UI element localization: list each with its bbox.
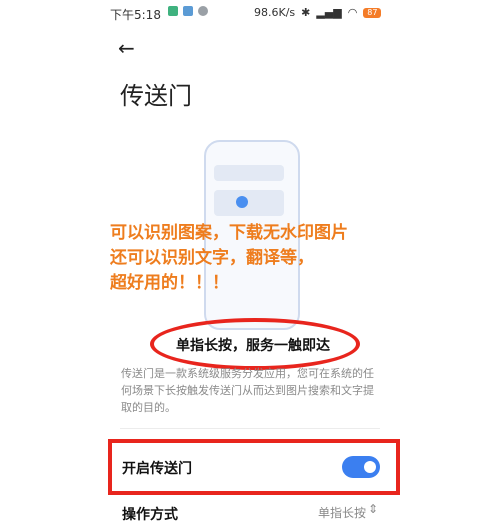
enable-label: 开启传送门: [122, 461, 192, 477]
operation-label: 操作方式: [122, 507, 178, 523]
enable-toggle[interactable]: [342, 456, 380, 478]
app-notification-icon: [168, 6, 178, 16]
feature-headline: 单指长按，服务一触即达: [176, 338, 330, 354]
app-notification-icon: [183, 6, 193, 16]
toggle-knob: [364, 461, 376, 473]
bluetooth-icon: ✱: [301, 6, 311, 19]
operation-value[interactable]: 单指长按: [318, 504, 366, 521]
network-speed: 98.6K/s: [254, 6, 296, 19]
battery-icon: 87: [363, 7, 382, 18]
touch-dot-icon: [236, 196, 248, 208]
annotation-line-1: 可以识别图案，下载无水印图片: [110, 223, 348, 243]
feature-description: 传送门是一款系统级服务分发应用，您可在系统的任何场景下长按触发传送门从而达到图片…: [121, 367, 374, 414]
signal-icon: ▂▄▆: [316, 6, 342, 19]
annotation-line-2: 还可以识别文字，翻译等，: [110, 248, 314, 268]
illustration-bar: [214, 165, 284, 181]
illustration-bar: [214, 190, 284, 216]
page-title: 传送门: [120, 82, 192, 110]
status-time: 下午5:18: [110, 8, 161, 22]
back-arrow-icon[interactable]: ←: [118, 36, 135, 60]
divider: [120, 428, 380, 429]
annotation-line-3: 超好用的！！！: [110, 273, 229, 293]
settings-icon: [198, 6, 208, 16]
status-app-icons: [168, 6, 208, 16]
wifi-icon: ◠: [347, 6, 358, 19]
chevron-updown-icon[interactable]: ⇕: [368, 502, 378, 516]
status-indicators: 98.6K/s ✱ ▂▄▆ ◠ 87: [254, 6, 382, 19]
